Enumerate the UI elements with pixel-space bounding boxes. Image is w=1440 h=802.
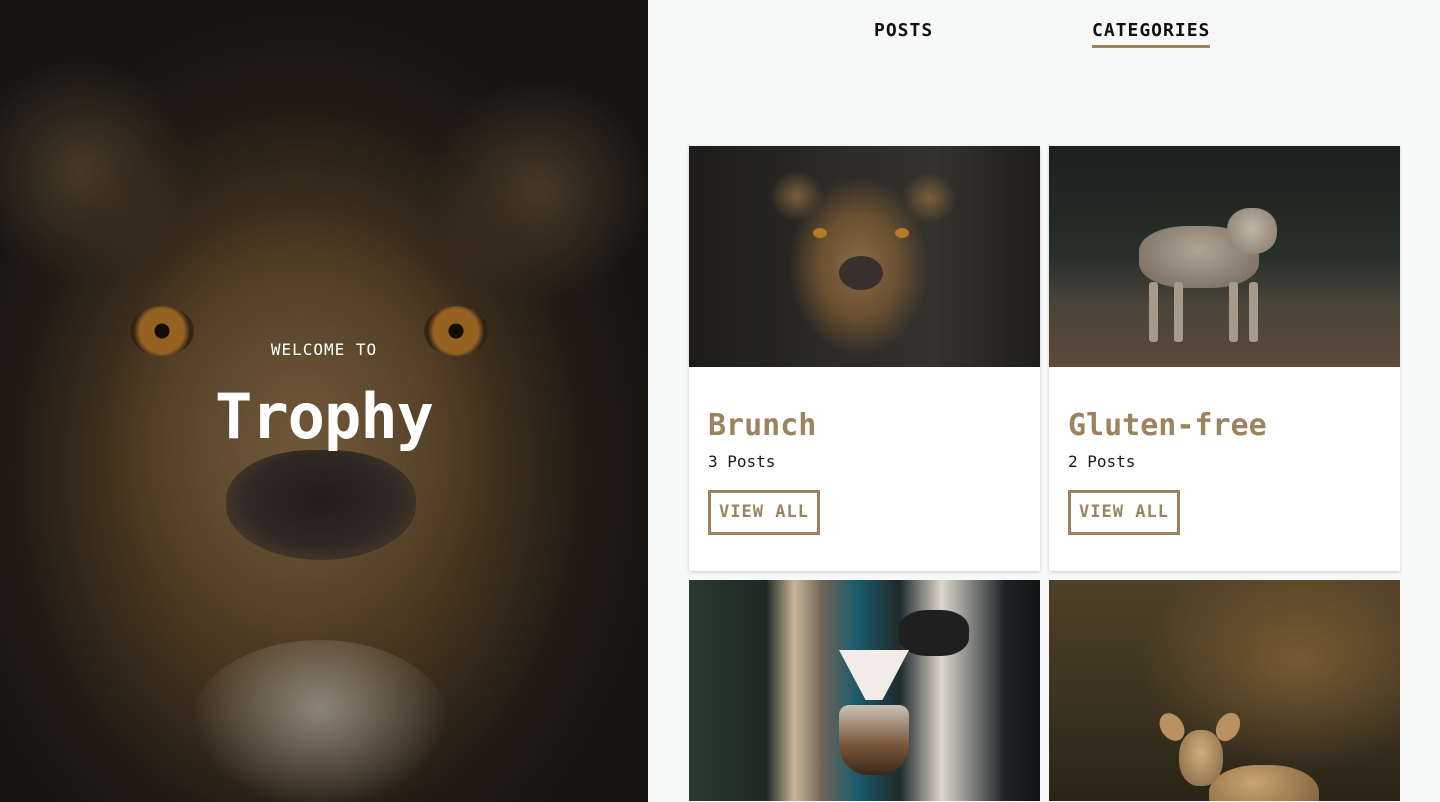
coyote-head xyxy=(1227,208,1277,254)
hero-welcome-text: WELCOME TO xyxy=(270,340,378,359)
category-image-deer[interactable] xyxy=(1049,580,1400,801)
deer-head xyxy=(1179,730,1223,786)
coyote-leg xyxy=(1249,282,1258,342)
kettle-shape xyxy=(899,610,969,656)
category-card-gluten-free: Gluten-free 2 Posts VIEW ALL xyxy=(1049,146,1400,571)
nav-categories[interactable]: CATEGORIES xyxy=(1092,20,1211,48)
category-title[interactable]: Gluten-free xyxy=(1068,408,1267,443)
category-card xyxy=(1049,580,1400,802)
view-all-button[interactable]: VIEW ALL xyxy=(1068,490,1180,535)
dripper-shape xyxy=(839,650,909,700)
hero-section: WELCOME TO Trophy xyxy=(0,0,648,802)
coyote-leg xyxy=(1229,282,1238,342)
lion-eye-left xyxy=(813,228,827,238)
category-image-brunch[interactable] xyxy=(689,146,1040,367)
category-post-count: 2 Posts xyxy=(1068,452,1136,471)
category-card-brunch: Brunch 3 Posts VIEW ALL xyxy=(689,146,1040,571)
lion-nose xyxy=(839,256,883,290)
deer-body xyxy=(1209,765,1319,801)
main-nav: POSTS CATEGORIES xyxy=(648,0,1440,60)
category-title[interactable]: Brunch xyxy=(708,408,816,443)
lion-eye-right xyxy=(895,228,909,238)
category-card xyxy=(689,580,1040,802)
view-all-button[interactable]: VIEW ALL xyxy=(708,490,820,535)
site-title[interactable]: Trophy xyxy=(0,380,648,453)
coffee-pot-shape xyxy=(839,705,909,775)
category-post-count: 3 Posts xyxy=(708,452,776,471)
coyote-leg xyxy=(1174,282,1183,342)
category-image-coffee[interactable] xyxy=(689,580,1040,801)
nav-posts[interactable]: POSTS xyxy=(874,20,933,45)
category-image-gluten-free[interactable] xyxy=(1049,146,1400,367)
coyote-leg xyxy=(1149,282,1158,342)
